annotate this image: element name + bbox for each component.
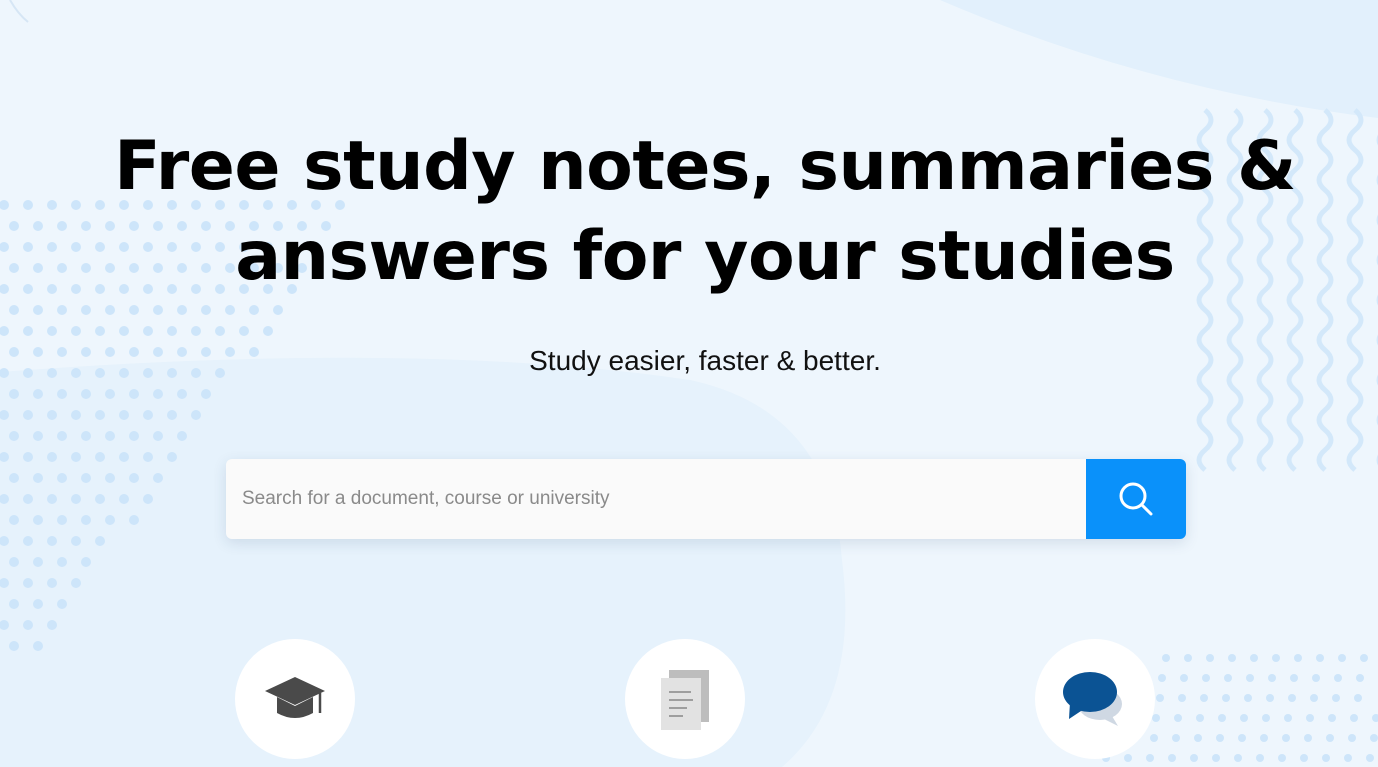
feature-documents <box>625 639 745 759</box>
page-title-line-2: answers for your studies <box>235 217 1175 296</box>
feature-courses <box>235 639 355 759</box>
graduation-cap-icon <box>265 677 325 718</box>
chat-bubble-icon <box>1063 672 1122 726</box>
feature-questions <box>1035 639 1155 759</box>
search-input[interactable] <box>226 459 1086 539</box>
page-title-line-1: Free study notes, summaries & <box>114 127 1296 206</box>
page-subtitle: Study easier, faster & better. <box>529 345 881 376</box>
document-icon <box>661 670 709 730</box>
search-bar <box>226 459 1186 539</box>
search-icon <box>1119 482 1153 516</box>
page-title: Free study notes, summaries & answers fo… <box>0 122 1378 302</box>
search-button[interactable] <box>1086 459 1186 539</box>
